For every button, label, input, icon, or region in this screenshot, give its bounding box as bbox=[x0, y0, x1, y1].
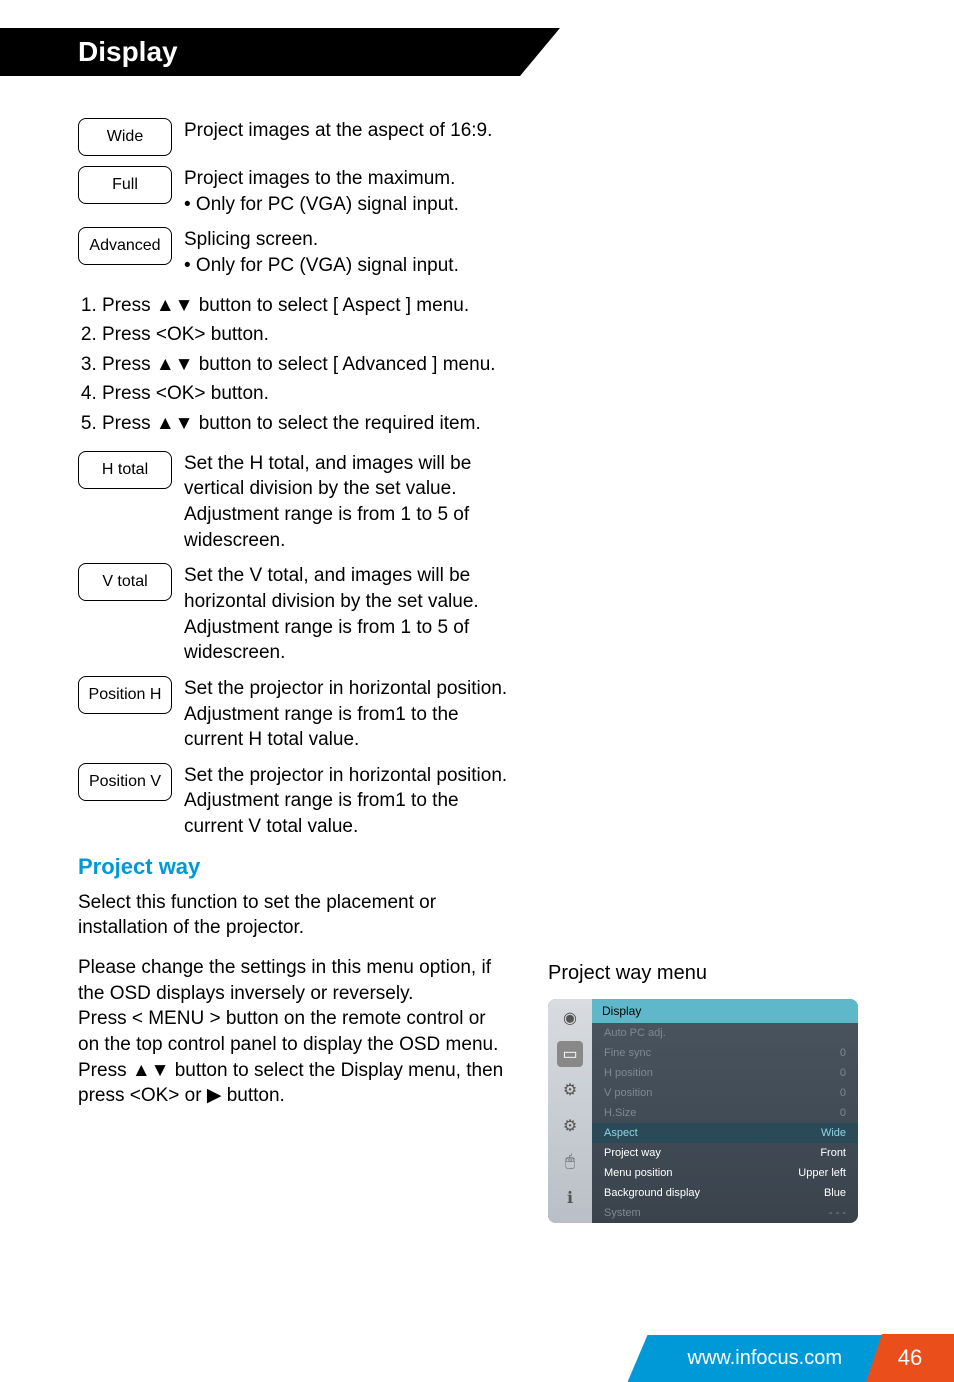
step: Press ▲▼ button to select [ Advanced ] m… bbox=[102, 352, 508, 378]
advanced-item-posv: Position V Set the projector in horizont… bbox=[78, 763, 508, 840]
osd-item-value: 0 bbox=[840, 1107, 846, 1119]
aspect-option-full: Full Project images to the maximum. • On… bbox=[78, 166, 508, 217]
option-label: Position V bbox=[78, 763, 172, 801]
osd-menu-item: H position 0 bbox=[592, 1063, 858, 1083]
mouse-icon: 🖱 bbox=[557, 1149, 583, 1175]
osd-item-value: Wide bbox=[821, 1127, 846, 1139]
step: Press ▲▼ button to select [ Aspect ] men… bbox=[102, 293, 508, 319]
osd-icon-column: ◉ ▭ ⚙ ⚙ 🖱 ℹ bbox=[548, 999, 592, 1223]
option-desc: Splicing screen. • Only for PC (VGA) sig… bbox=[184, 227, 459, 278]
aspect-option-wide: Wide Project images at the aspect of 16:… bbox=[78, 118, 508, 156]
option-label: Advanced bbox=[78, 227, 172, 265]
step: Press <OK> button. bbox=[102, 381, 508, 407]
display-icon: ▭ bbox=[557, 1041, 583, 1067]
osd-item-value: - - - bbox=[829, 1207, 846, 1219]
option-label: H total bbox=[78, 451, 172, 489]
osd-item-value: Upper left bbox=[798, 1167, 846, 1179]
osd-menu-item: V position 0 bbox=[592, 1083, 858, 1103]
advanced-item-posh: Position H Set the projector in horizont… bbox=[78, 676, 508, 753]
instruction-steps: Press ▲▼ button to select [ Aspect ] men… bbox=[78, 293, 508, 437]
project-way-p1: Select this function to set the placemen… bbox=[78, 890, 508, 941]
step: Press <OK> button. bbox=[102, 322, 508, 348]
osd-item-value: 0 bbox=[840, 1047, 846, 1059]
option-label: Position H bbox=[78, 676, 172, 714]
osd-item-value: 0 bbox=[840, 1087, 846, 1099]
info-icon: ℹ bbox=[557, 1185, 583, 1211]
osd-header: Display bbox=[592, 999, 858, 1023]
option-desc: Set the projector in horizontal position… bbox=[184, 763, 508, 840]
gear-icon: ⚙ bbox=[557, 1077, 583, 1103]
option-label: Wide bbox=[78, 118, 172, 156]
osd-item-value: Blue bbox=[824, 1187, 846, 1199]
osd-item-value: 0 bbox=[840, 1067, 846, 1079]
osd-menu-item: Project way Front bbox=[592, 1143, 858, 1163]
osd-item-name: Background display bbox=[604, 1187, 700, 1199]
advanced-item-htotal: H total Set the H total, and images will… bbox=[78, 451, 508, 554]
project-way-title: Project way bbox=[78, 854, 508, 880]
osd-menu: ◉ ▭ ⚙ ⚙ 🖱 ℹ Display Auto PC adj. Fine syn… bbox=[548, 999, 858, 1223]
osd-item-name: System bbox=[604, 1207, 641, 1219]
osd-menu-item: Aspect Wide bbox=[592, 1123, 858, 1143]
osd-item-value: Front bbox=[820, 1147, 846, 1159]
osd-menu-item: Auto PC adj. bbox=[592, 1023, 858, 1043]
osd-item-name: Fine sync bbox=[604, 1047, 651, 1059]
osd-menu-item: System - - - bbox=[592, 1203, 858, 1223]
option-desc: Project images at the aspect of 16:9. bbox=[184, 118, 492, 144]
camera-icon: ◉ bbox=[557, 1005, 583, 1031]
gear-plus-icon: ⚙ bbox=[557, 1113, 583, 1139]
osd-item-name: Auto PC adj. bbox=[604, 1027, 666, 1039]
section-header: Display bbox=[0, 28, 520, 76]
menu-panel-title: Project way menu bbox=[548, 962, 888, 985]
osd-item-name: Menu position bbox=[604, 1167, 673, 1179]
option-desc: Set the V total, and images will be hori… bbox=[184, 563, 508, 666]
osd-item-name: V position bbox=[604, 1087, 652, 1099]
option-desc: Project images to the maximum. • Only fo… bbox=[184, 166, 459, 217]
osd-item-name: Aspect bbox=[604, 1127, 638, 1139]
osd-item-name: H position bbox=[604, 1067, 653, 1079]
osd-menu-item: Fine sync 0 bbox=[592, 1043, 858, 1063]
advanced-item-vtotal: V total Set the V total, and images will… bbox=[78, 563, 508, 666]
osd-menu-item: Menu position Upper left bbox=[592, 1163, 858, 1183]
step: Press ▲▼ button to select the required i… bbox=[102, 411, 508, 437]
option-label: Full bbox=[78, 166, 172, 204]
option-desc: Set the H total, and images will be vert… bbox=[184, 451, 508, 554]
project-way-p2: Please change the settings in this menu … bbox=[78, 955, 508, 1109]
osd-menu-item: H.Size 0 bbox=[592, 1103, 858, 1123]
aspect-option-advanced: Advanced Splicing screen. • Only for PC … bbox=[78, 227, 508, 278]
option-label: V total bbox=[78, 563, 172, 601]
osd-item-name: H.Size bbox=[604, 1107, 636, 1119]
osd-menu-item: Background display Blue bbox=[592, 1183, 858, 1203]
osd-item-name: Project way bbox=[604, 1147, 661, 1159]
footer-url: www.infocus.com bbox=[628, 1335, 883, 1382]
option-desc: Set the projector in horizontal position… bbox=[184, 676, 508, 753]
